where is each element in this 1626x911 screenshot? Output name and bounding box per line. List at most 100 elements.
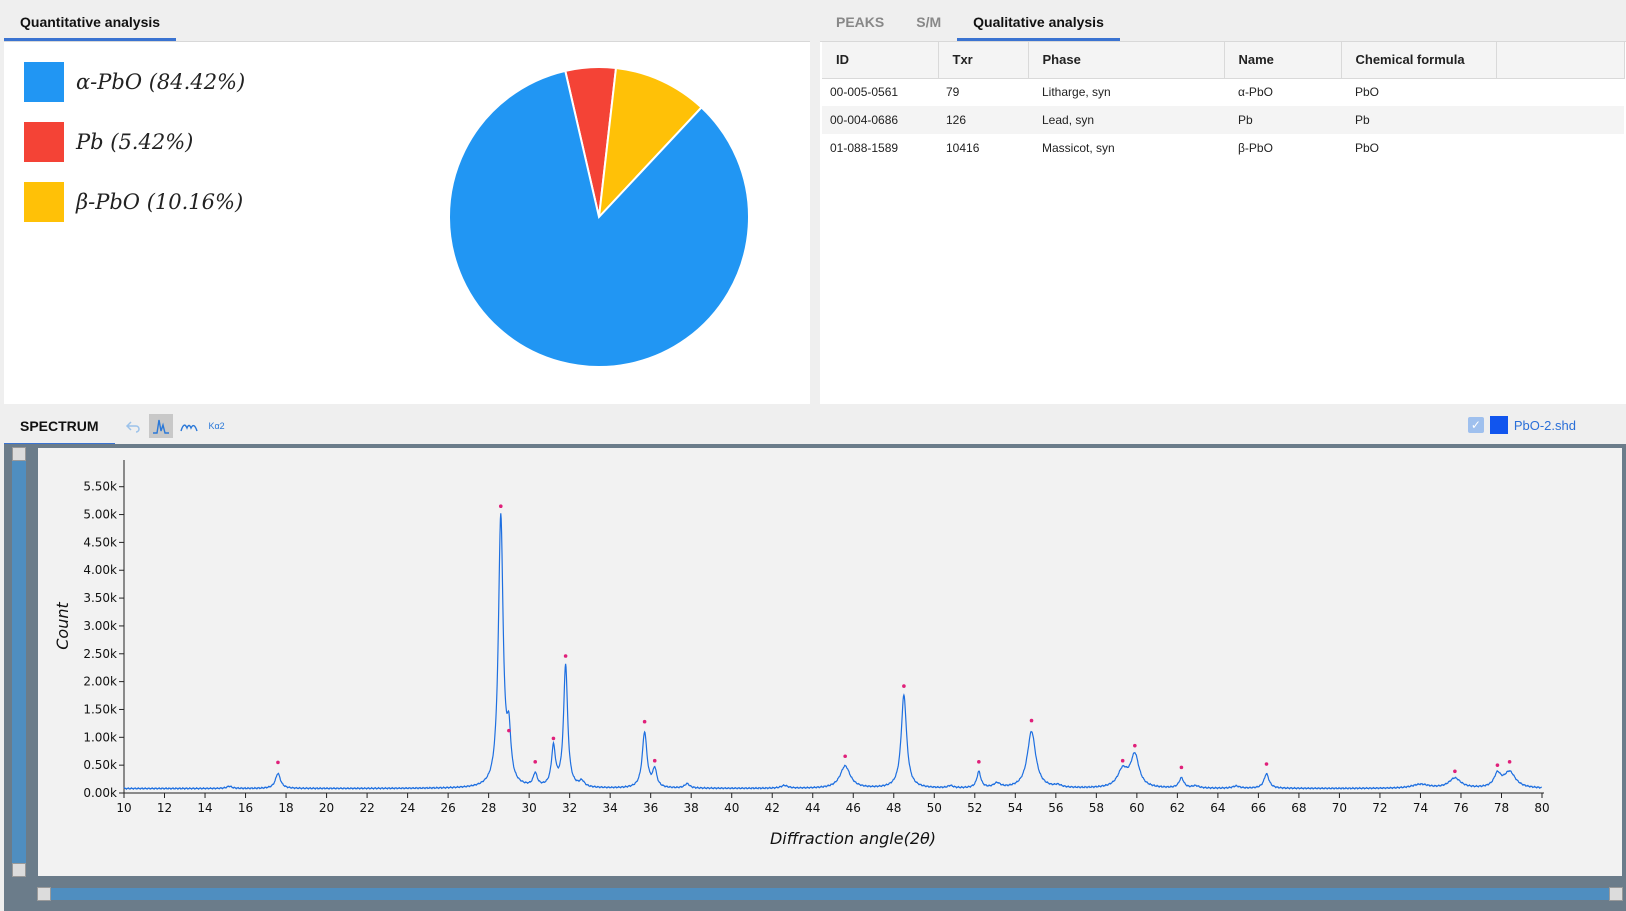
x-tick-label: 62: [1170, 801, 1185, 815]
peak-marker[interactable]: [533, 760, 538, 764]
tab-qualitative-analysis[interactable]: Qualitative analysis: [957, 2, 1120, 41]
peak-marker[interactable]: [843, 754, 847, 759]
y-tick-label: 2.00k: [83, 675, 117, 689]
cell-id: 00-005-0561: [822, 78, 938, 106]
column-header-name[interactable]: Name: [1224, 42, 1342, 79]
column-header-filler: [1496, 42, 1625, 79]
x-tick-label: 40: [724, 801, 739, 815]
peak-marker[interactable]: [977, 760, 981, 764]
y-tick-label: 1.00k: [83, 730, 117, 744]
cell-name: β-PbO: [1224, 134, 1341, 162]
legend-item-beta-pbo: β-PbO (10.16%): [24, 182, 245, 222]
legend-label: β-PbO (10.16%): [76, 190, 244, 214]
peak-marker[interactable]: [1029, 718, 1034, 723]
x-tick-label: 60: [1129, 801, 1144, 815]
tab-quantitative-analysis[interactable]: Quantitative analysis: [4, 2, 177, 41]
spectrum-plot-area[interactable]: 10 12 14 16 18 20 22 24 26 28 30 32 34 36 38 40 42 44 46 48…: [38, 448, 1622, 876]
y-tick-label: 5.50k: [83, 480, 117, 494]
x-tick-label: 36: [643, 801, 658, 815]
x-tick-label: 20: [319, 801, 334, 815]
table-row[interactable]: 00-005-0561 79 Litharge, syn α-PbO PbO: [822, 78, 1624, 106]
peak-marker[interactable]: [652, 758, 657, 763]
vertical-scroll-thumb-bottom[interactable]: [12, 863, 26, 877]
x-tick-label: 18: [278, 801, 293, 815]
peak-marker[interactable]: [563, 654, 568, 658]
y-axis-label: Count: [53, 602, 72, 650]
y-tick-label: 4.00k: [83, 563, 117, 577]
spectrum-series-line[interactable]: [123, 513, 1543, 791]
cell-txr: 10416: [938, 134, 1028, 162]
tab-peaks[interactable]: PEAKS: [820, 2, 900, 41]
cell-filler: [1496, 134, 1624, 162]
x-tick-label: 64: [1210, 801, 1225, 815]
cell-id: 01-088-1589: [822, 134, 938, 162]
undo-icon[interactable]: [121, 414, 145, 438]
peak-marker[interactable]: [1453, 769, 1457, 774]
quant-tabbar: Quantitative analysis: [4, 2, 810, 42]
ka2-icon[interactable]: Kα2: [205, 414, 229, 438]
x-tick-label: 44: [805, 801, 820, 815]
peak-marker[interactable]: [276, 760, 280, 765]
xrd-spectrum-chart[interactable]: 10 12 14 16 18 20 22 24 26 28 30 32 34 36 38 40 42 44 46 48…: [38, 448, 1622, 876]
cell-filler: [1496, 106, 1624, 134]
horizontal-scroll-thumb-right[interactable]: [1609, 887, 1623, 901]
tab-sm[interactable]: S/M: [900, 2, 957, 41]
peak-marker[interactable]: [902, 684, 906, 688]
peak-marker[interactable]: [507, 728, 511, 733]
cell-id: 00-004-0686: [822, 106, 938, 134]
column-header-chemical-formula[interactable]: Chemical formula: [1341, 42, 1497, 79]
peak-marker[interactable]: [1179, 765, 1184, 770]
spectrum-toolbar: Kα2: [121, 406, 229, 446]
legend-item-pb: Pb (5.42%): [24, 122, 245, 162]
cell-filler: [1496, 78, 1624, 106]
x-tick-label: 10: [116, 801, 131, 815]
peak-marker[interactable]: [642, 719, 647, 724]
y-tick-label: 0.00k: [83, 786, 117, 800]
x-tick-label: 52: [967, 801, 982, 815]
horizontal-scrollbar[interactable]: [37, 887, 1623, 901]
checkbox-checked-icon[interactable]: ✓: [1467, 417, 1484, 433]
peak-marker[interactable]: [498, 504, 503, 508]
table-row[interactable]: 01-088-1589 10416 Massicot, syn β-PbO Pb…: [822, 134, 1624, 162]
legend-label: α-PbO (84.42%): [76, 70, 246, 94]
legend-swatch: [24, 122, 64, 162]
cell-txr: 79: [938, 78, 1028, 106]
x-tick-label: 80: [1534, 801, 1549, 815]
tab-spectrum[interactable]: SPECTRUM: [4, 406, 115, 446]
x-tick-label: 14: [197, 801, 212, 815]
column-header-phase[interactable]: Phase: [1028, 42, 1225, 79]
table-header-row: ID Txr Phase Name Chemical formula: [822, 42, 1625, 79]
legend-label: Pb (5.42%): [76, 130, 194, 154]
vertical-scrollbar[interactable]: [12, 447, 26, 877]
file-name: PbO-2.shd: [1513, 417, 1576, 433]
peak-marker[interactable]: [1495, 763, 1500, 767]
vertical-scroll-thumb-top[interactable]: [12, 447, 26, 461]
column-header-id[interactable]: ID: [822, 42, 939, 79]
cell-txr: 126: [938, 106, 1028, 134]
x-tick-label: 24: [400, 801, 415, 815]
legend-item-alpha-pbo: α-PbO (84.42%): [24, 62, 245, 102]
x-axis-label: Diffraction angle(2θ): [770, 829, 936, 848]
cell-formula: PbO: [1341, 78, 1496, 106]
peak-marker[interactable]: [1120, 758, 1125, 763]
peak-marker[interactable]: [1133, 743, 1137, 748]
horizontal-scroll-thumb-left[interactable]: [37, 887, 51, 901]
file-toggle[interactable]: ✓ PbO-2.shd: [1467, 416, 1576, 434]
table-row[interactable]: 00-004-0686 126 Lead, syn Pb Pb: [822, 106, 1624, 134]
cell-name: Pb: [1224, 106, 1341, 134]
peak-icon[interactable]: [148, 414, 173, 438]
column-header-txr[interactable]: Txr: [938, 42, 1029, 79]
y-tick-label: 3.00k: [83, 619, 117, 633]
x-tick-label: 46: [846, 801, 861, 815]
peak-marker[interactable]: [1264, 762, 1269, 766]
series-color-swatch[interactable]: [1489, 416, 1508, 434]
phase-pie-chart: [448, 66, 750, 368]
x-tick-label: 48: [886, 801, 901, 815]
x-tick-label: 22: [359, 801, 374, 815]
smooth-icon[interactable]: [177, 414, 201, 438]
peak-marker[interactable]: [1507, 760, 1512, 764]
x-tick-label: 28: [481, 801, 496, 815]
x-tick-label: 30: [522, 801, 537, 815]
x-tick-label: 56: [1048, 801, 1063, 815]
peak-marker[interactable]: [551, 736, 556, 741]
